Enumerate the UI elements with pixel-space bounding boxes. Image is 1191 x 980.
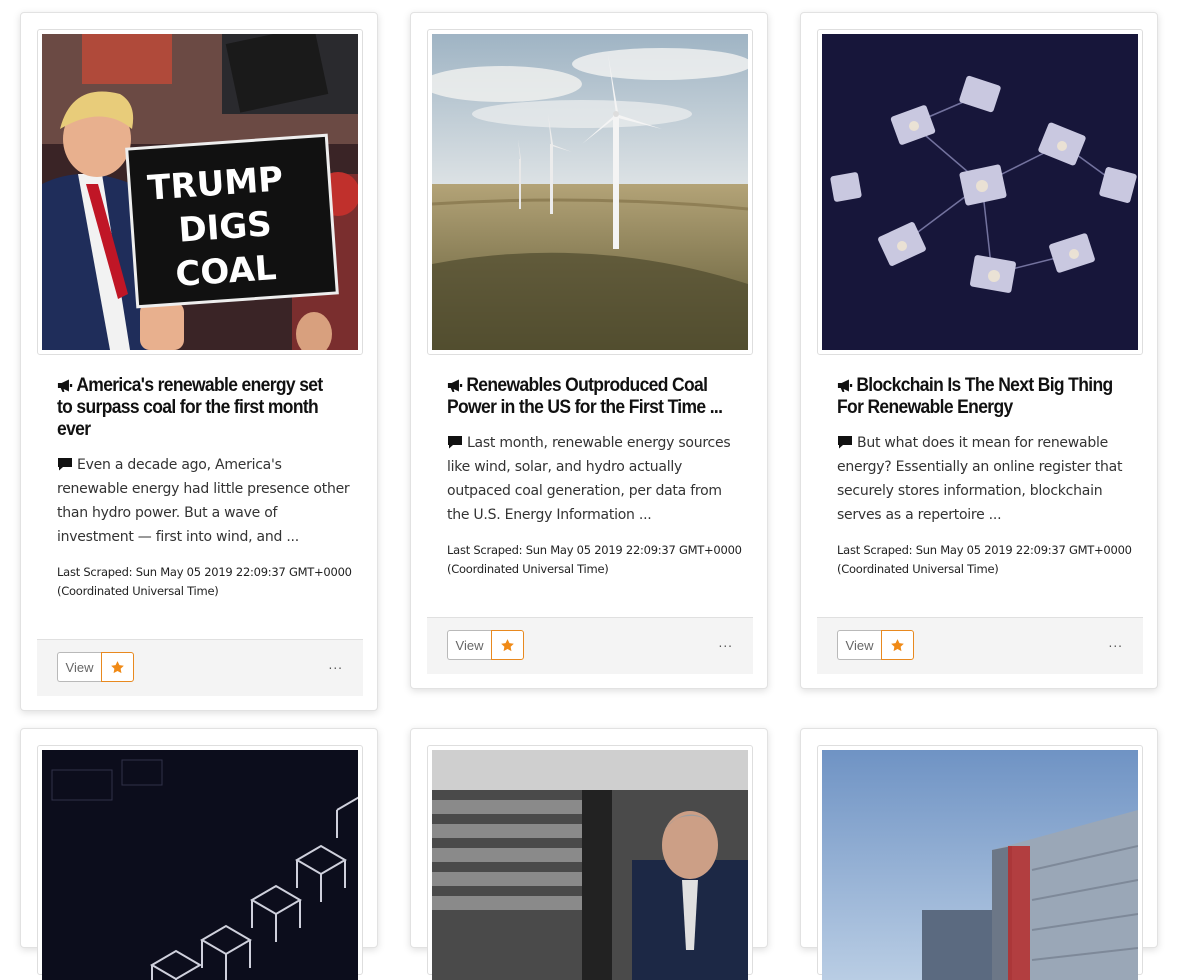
article-thumbnail[interactable]: TRUMP DIGS COAL <box>42 34 358 350</box>
article-description: But what does it mean for renewable ener… <box>837 431 1133 527</box>
star-icon <box>501 638 514 651</box>
thumbnail-frame: TRUMP DIGS COAL <box>37 29 363 355</box>
thumbnail-frame <box>817 745 1143 980</box>
card-body: Blockchain Is The Next Big Thing For Ren… <box>837 375 1132 579</box>
title-text: America's renewable energy set to surpas… <box>57 375 323 440</box>
more-options-link[interactable]: ... <box>719 636 733 650</box>
action-button-group: View <box>57 652 134 682</box>
article-thumbnail[interactable] <box>432 750 748 980</box>
article-description: Last month, renewable energy sources lik… <box>447 431 743 527</box>
thumbnail-frame <box>427 29 753 355</box>
star-icon <box>891 638 904 651</box>
view-button[interactable]: View <box>447 630 491 660</box>
last-scraped-text: Last Scraped: Sun May 05 2019 22:09:37 G… <box>837 543 1132 576</box>
article-title[interactable]: Blockchain Is The Next Big Thing For Ren… <box>837 375 1113 419</box>
article-thumbnail[interactable] <box>432 34 748 350</box>
favorite-button[interactable] <box>101 652 134 682</box>
article-title[interactable]: Renewables Outproduced Coal Power in the… <box>447 375 723 419</box>
action-button-group: View <box>837 630 914 660</box>
title-text: Renewables Outproduced Coal Power in the… <box>447 375 723 418</box>
article-card: TRUMP DIGS COAL America's renewable ener… <box>20 12 378 711</box>
thumbnail-frame <box>37 745 363 980</box>
description-text: Last month, renewable energy sources lik… <box>447 435 731 523</box>
title-text: Blockchain Is The Next Big Thing For Ren… <box>837 375 1113 418</box>
last-scraped-text: Last Scraped: Sun May 05 2019 22:09:37 G… <box>57 565 352 598</box>
favorite-button[interactable] <box>491 630 524 660</box>
description-text: Even a decade ago, America's renewable e… <box>57 457 350 545</box>
comment-icon <box>838 436 852 449</box>
image-sign-line: DIGS <box>177 204 273 250</box>
thumbnail-frame <box>817 29 1143 355</box>
action-button-group: View <box>447 630 524 660</box>
image-sign-line: COAL <box>174 248 277 295</box>
megaphone-icon <box>57 379 73 392</box>
article-thumbnail[interactable] <box>42 750 358 980</box>
article-card: Renewables Outproduced Coal Power in the… <box>410 12 768 689</box>
card-footer: View ... <box>37 639 363 696</box>
article-description: Even a decade ago, America's renewable e… <box>57 453 353 549</box>
article-card <box>20 728 378 980</box>
favorite-button[interactable] <box>881 630 914 660</box>
comment-icon <box>448 436 462 449</box>
card-body: Renewables Outproduced Coal Power in the… <box>447 375 742 579</box>
last-scraped-text: Last Scraped: Sun May 05 2019 22:09:37 G… <box>447 543 742 576</box>
article-card: Blockchain Is The Next Big Thing For Ren… <box>800 12 1158 689</box>
article-title[interactable]: America's renewable energy set to surpas… <box>57 375 333 441</box>
description-text: But what does it mean for renewable ener… <box>837 435 1123 523</box>
more-options-link[interactable]: ... <box>1109 636 1123 650</box>
article-card <box>800 728 1158 980</box>
article-thumbnail[interactable] <box>822 750 1138 980</box>
card-footer: View ... <box>427 617 753 674</box>
card-footer: View ... <box>817 617 1143 674</box>
star-icon <box>111 660 124 673</box>
view-button[interactable]: View <box>57 652 101 682</box>
megaphone-icon <box>447 379 463 392</box>
view-button[interactable]: View <box>837 630 881 660</box>
megaphone-icon <box>837 379 853 392</box>
thumbnail-frame <box>427 745 753 980</box>
more-options-link[interactable]: ... <box>329 658 343 672</box>
article-thumbnail[interactable] <box>822 34 1138 350</box>
comment-icon <box>58 458 72 471</box>
article-card <box>410 728 768 980</box>
card-body: America's renewable energy set to surpas… <box>57 375 352 601</box>
